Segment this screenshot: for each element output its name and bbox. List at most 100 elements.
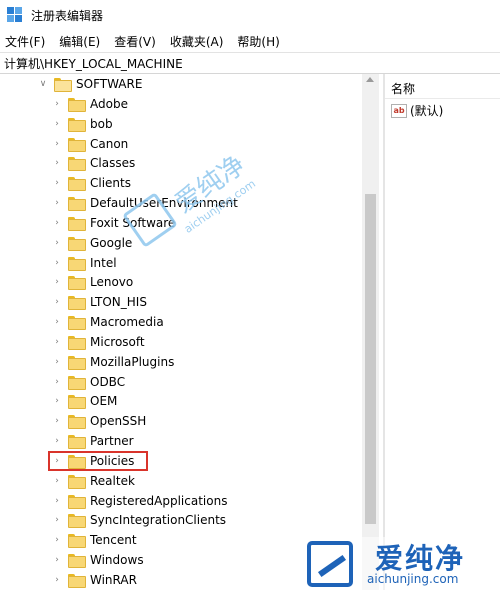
chevron-right-icon[interactable]: ›	[52, 253, 62, 273]
chevron-down-icon[interactable]: ∨	[38, 74, 48, 94]
window-title: 注册表编辑器	[31, 8, 104, 23]
chevron-right-icon[interactable]: ›	[52, 372, 62, 392]
chevron-right-icon[interactable]: ›	[52, 471, 62, 491]
tree-item-adobe[interactable]: › Adobe	[52, 94, 128, 114]
tree-item-label: Clients	[90, 176, 131, 191]
tree-item-lton-his[interactable]: › LTON_HIS	[52, 292, 147, 312]
chevron-right-icon[interactable]: ›	[52, 491, 62, 511]
chevron-right-icon[interactable]: ›	[52, 272, 62, 292]
chevron-right-icon[interactable]: ›	[52, 114, 62, 134]
folder-icon	[68, 375, 86, 390]
tree-item-label: Tencent	[90, 533, 137, 548]
watermark-corner-cn: 爱纯净	[375, 542, 466, 575]
tree-item-tencent[interactable]: › Tencent	[52, 530, 137, 550]
tree-item-label: Google	[90, 235, 133, 250]
tree-item-odbc[interactable]: › ODBC	[52, 372, 125, 392]
tree-item-software[interactable]: ∨ SOFTWARE	[38, 74, 142, 94]
menu-edit[interactable]: 编辑(E)	[52, 33, 107, 50]
tree-item-label: LTON_HIS	[90, 295, 147, 310]
tree-item-label: SOFTWARE	[76, 77, 143, 91]
chevron-right-icon[interactable]: ›	[52, 530, 62, 550]
tree-item-label: Microsoft	[90, 334, 145, 349]
tree-item-foxit-software[interactable]: › Foxit Software	[52, 213, 175, 233]
chevron-right-icon[interactable]: ›	[52, 153, 62, 173]
tree-item-lenovo[interactable]: › Lenovo	[52, 272, 133, 292]
folder-icon	[68, 573, 86, 588]
tree-item-macromedia[interactable]: › Macromedia	[52, 312, 164, 332]
chevron-right-icon[interactable]: ›	[52, 94, 62, 114]
folder-icon	[68, 335, 86, 350]
tree-item-classes[interactable]: › Classes	[52, 153, 135, 173]
tree-item-label: Realtek	[90, 473, 135, 488]
scroll-up-icon[interactable]	[366, 77, 374, 82]
address-bar[interactable]: 计算机\HKEY_LOCAL_MACHINE	[0, 52, 500, 74]
tree-item-canon[interactable]: › Canon	[52, 134, 128, 154]
folder-icon	[68, 98, 86, 112]
watermark-corner: 爱纯净 aichunjing.com	[305, 537, 500, 590]
tree-item-label: MozillaPlugins	[90, 354, 175, 369]
tree-item-label: Adobe	[90, 97, 128, 111]
folder-icon	[68, 137, 86, 152]
chevron-right-icon[interactable]: ›	[52, 332, 62, 352]
folder-icon	[68, 415, 86, 430]
folder-open-icon	[54, 78, 72, 92]
tree-scrollbar[interactable]	[362, 74, 379, 590]
tree-item-openssh[interactable]: › OpenSSH	[52, 411, 146, 431]
folder-icon	[68, 216, 86, 231]
tree-item-clients[interactable]: › Clients	[52, 173, 131, 193]
chevron-right-icon[interactable]: ›	[52, 431, 62, 451]
tree-item-mozillaplugins[interactable]: › MozillaPlugins	[52, 352, 174, 372]
chevron-right-icon[interactable]: ›	[52, 550, 62, 570]
key-tree: ∨ SOFTWARE › Adobe › bob › Canon › Classes › Clie…	[0, 74, 379, 590]
tree-item-label: RegisteredApplications	[90, 493, 228, 508]
chevron-right-icon[interactable]: ›	[52, 391, 62, 411]
menu-favorites[interactable]: 收藏夹(A)	[163, 33, 231, 50]
tree-item-oem[interactable]: › OEM	[52, 391, 117, 411]
chevron-right-icon[interactable]: ›	[52, 312, 62, 332]
folder-icon	[68, 256, 86, 271]
watermark-corner-en: aichunjing.com	[367, 572, 459, 586]
folder-icon	[68, 435, 86, 450]
value-row-default[interactable]: ab (默认)	[391, 102, 443, 119]
string-value-icon: ab	[391, 103, 407, 118]
chevron-right-icon[interactable]: ›	[52, 213, 62, 233]
folder-icon	[68, 474, 86, 489]
tree-item-windows[interactable]: › Windows	[52, 550, 144, 570]
chevron-right-icon[interactable]: ›	[52, 292, 62, 312]
chevron-right-icon[interactable]: ›	[52, 411, 62, 431]
chevron-right-icon[interactable]: ›	[52, 134, 62, 154]
value-name: (默认)	[410, 104, 444, 118]
tree-item-label: Macromedia	[90, 315, 164, 330]
highlight-box	[48, 451, 148, 471]
tree-item-bob[interactable]: › bob	[52, 114, 113, 134]
tree-item-defaultuserenvironment[interactable]: › DefaultUserEnvironment	[52, 193, 238, 213]
chevron-right-icon[interactable]: ›	[52, 510, 62, 530]
folder-icon	[68, 534, 86, 549]
tree-item-google[interactable]: › Google	[52, 233, 132, 253]
tree-item-winrar[interactable]: › WinRAR	[52, 570, 137, 590]
address-path: 计算机\HKEY_LOCAL_MACHINE	[4, 56, 183, 71]
folder-icon	[68, 554, 86, 569]
menu-view[interactable]: 查看(V)	[107, 33, 163, 50]
chevron-right-icon[interactable]: ›	[52, 570, 62, 590]
folder-icon	[68, 236, 86, 251]
chevron-right-icon[interactable]: ›	[52, 173, 62, 193]
chevron-right-icon[interactable]: ›	[52, 352, 62, 372]
menu-file[interactable]: 文件(F)	[0, 33, 52, 50]
tree-item-label: Classes	[90, 156, 136, 171]
tree-item-partner[interactable]: › Partner	[52, 431, 134, 451]
tree-item-registeredapplications[interactable]: › RegisteredApplications	[52, 491, 227, 511]
scroll-thumb[interactable]	[365, 194, 376, 524]
menu-help[interactable]: 帮助(H)	[230, 33, 286, 50]
values-pane: 名称 ab (默认)	[385, 74, 500, 590]
chevron-right-icon[interactable]: ›	[52, 193, 62, 213]
tree-item-syncintegrationclients[interactable]: › SyncIntegrationClients	[52, 510, 226, 530]
column-header-name[interactable]: 名称	[391, 80, 415, 97]
tree-item-microsoft[interactable]: › Microsoft	[52, 332, 145, 352]
tree-item-label: Foxit Software	[90, 215, 176, 230]
folder-icon	[68, 276, 86, 291]
tree-item-label: OEM	[90, 394, 118, 409]
tree-item-realtek[interactable]: › Realtek	[52, 471, 135, 491]
tree-item-intel[interactable]: › Intel	[52, 253, 117, 273]
chevron-right-icon[interactable]: ›	[52, 233, 62, 253]
